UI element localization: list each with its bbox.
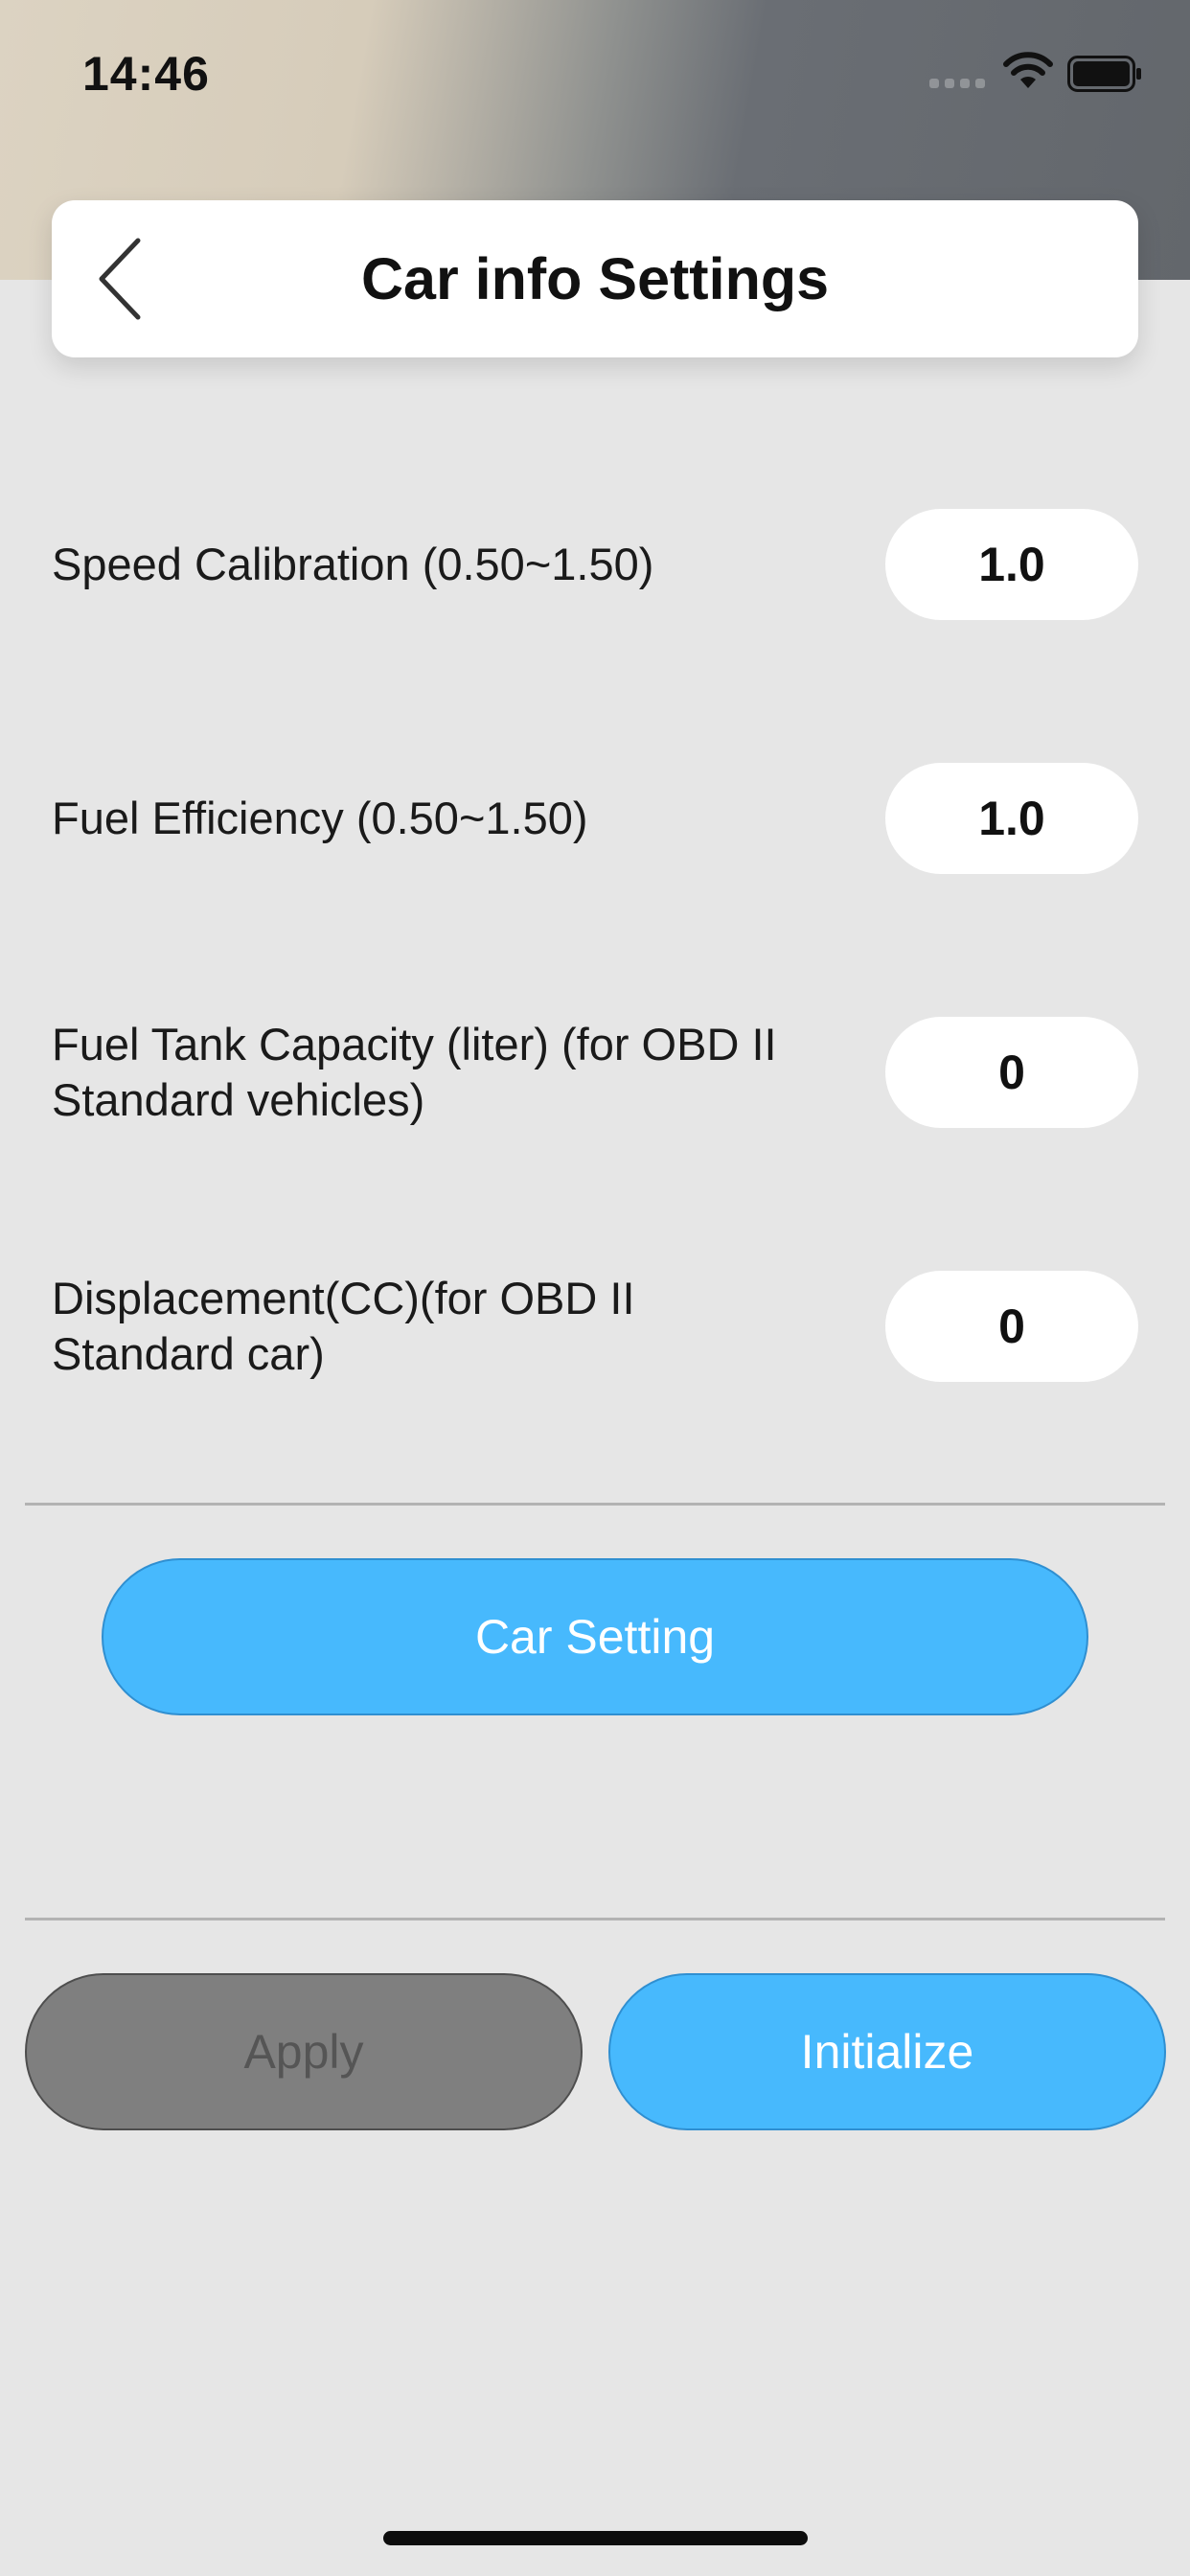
displacement-input[interactable] [885, 1271, 1138, 1382]
speed-calibration-row: Speed Calibration (0.50~1.50) [52, 509, 1138, 620]
section-divider [25, 1503, 1165, 1506]
status-bar-time: 14:46 [82, 47, 210, 101]
speed-calibration-input[interactable] [885, 509, 1138, 620]
battery-icon [1067, 56, 1141, 92]
fuel-tank-capacity-input[interactable] [885, 1017, 1138, 1128]
wifi-icon [1003, 52, 1053, 88]
fuel-efficiency-row: Fuel Efficiency (0.50~1.50) [52, 763, 1138, 874]
fuel-efficiency-input[interactable] [885, 763, 1138, 874]
fuel-efficiency-label: Fuel Efficiency (0.50~1.50) [52, 793, 588, 843]
displacement-label: Displacement(CC)(for OBD II Standard car… [52, 1273, 635, 1379]
initialize-button[interactable]: Initialize [608, 1973, 1166, 2130]
home-indicator[interactable] [383, 2531, 808, 2545]
fuel-tank-capacity-label: Fuel Tank Capacity (liter) (for OBD II S… [52, 1019, 777, 1125]
car-info-settings-screen: 14:46 Car info Settings Speed Calibratio… [0, 0, 1190, 2576]
chevron-left-icon [99, 238, 141, 320]
back-button[interactable] [90, 229, 167, 329]
apply-button[interactable]: Apply [25, 1973, 583, 2130]
speed-calibration-label: Speed Calibration (0.50~1.50) [52, 539, 654, 589]
cellular-signal-icon [929, 77, 987, 90]
displacement-row: Displacement(CC)(for OBD II Standard car… [52, 1271, 1138, 1382]
page-title: Car info Settings [360, 246, 830, 311]
car-setting-button[interactable]: Car Setting [102, 1558, 1088, 1715]
fuel-tank-capacity-row: Fuel Tank Capacity (liter) (for OBD II S… [52, 1017, 1138, 1128]
navigation-bar: Car info Settings [52, 200, 1138, 357]
section-divider [25, 1918, 1165, 1920]
